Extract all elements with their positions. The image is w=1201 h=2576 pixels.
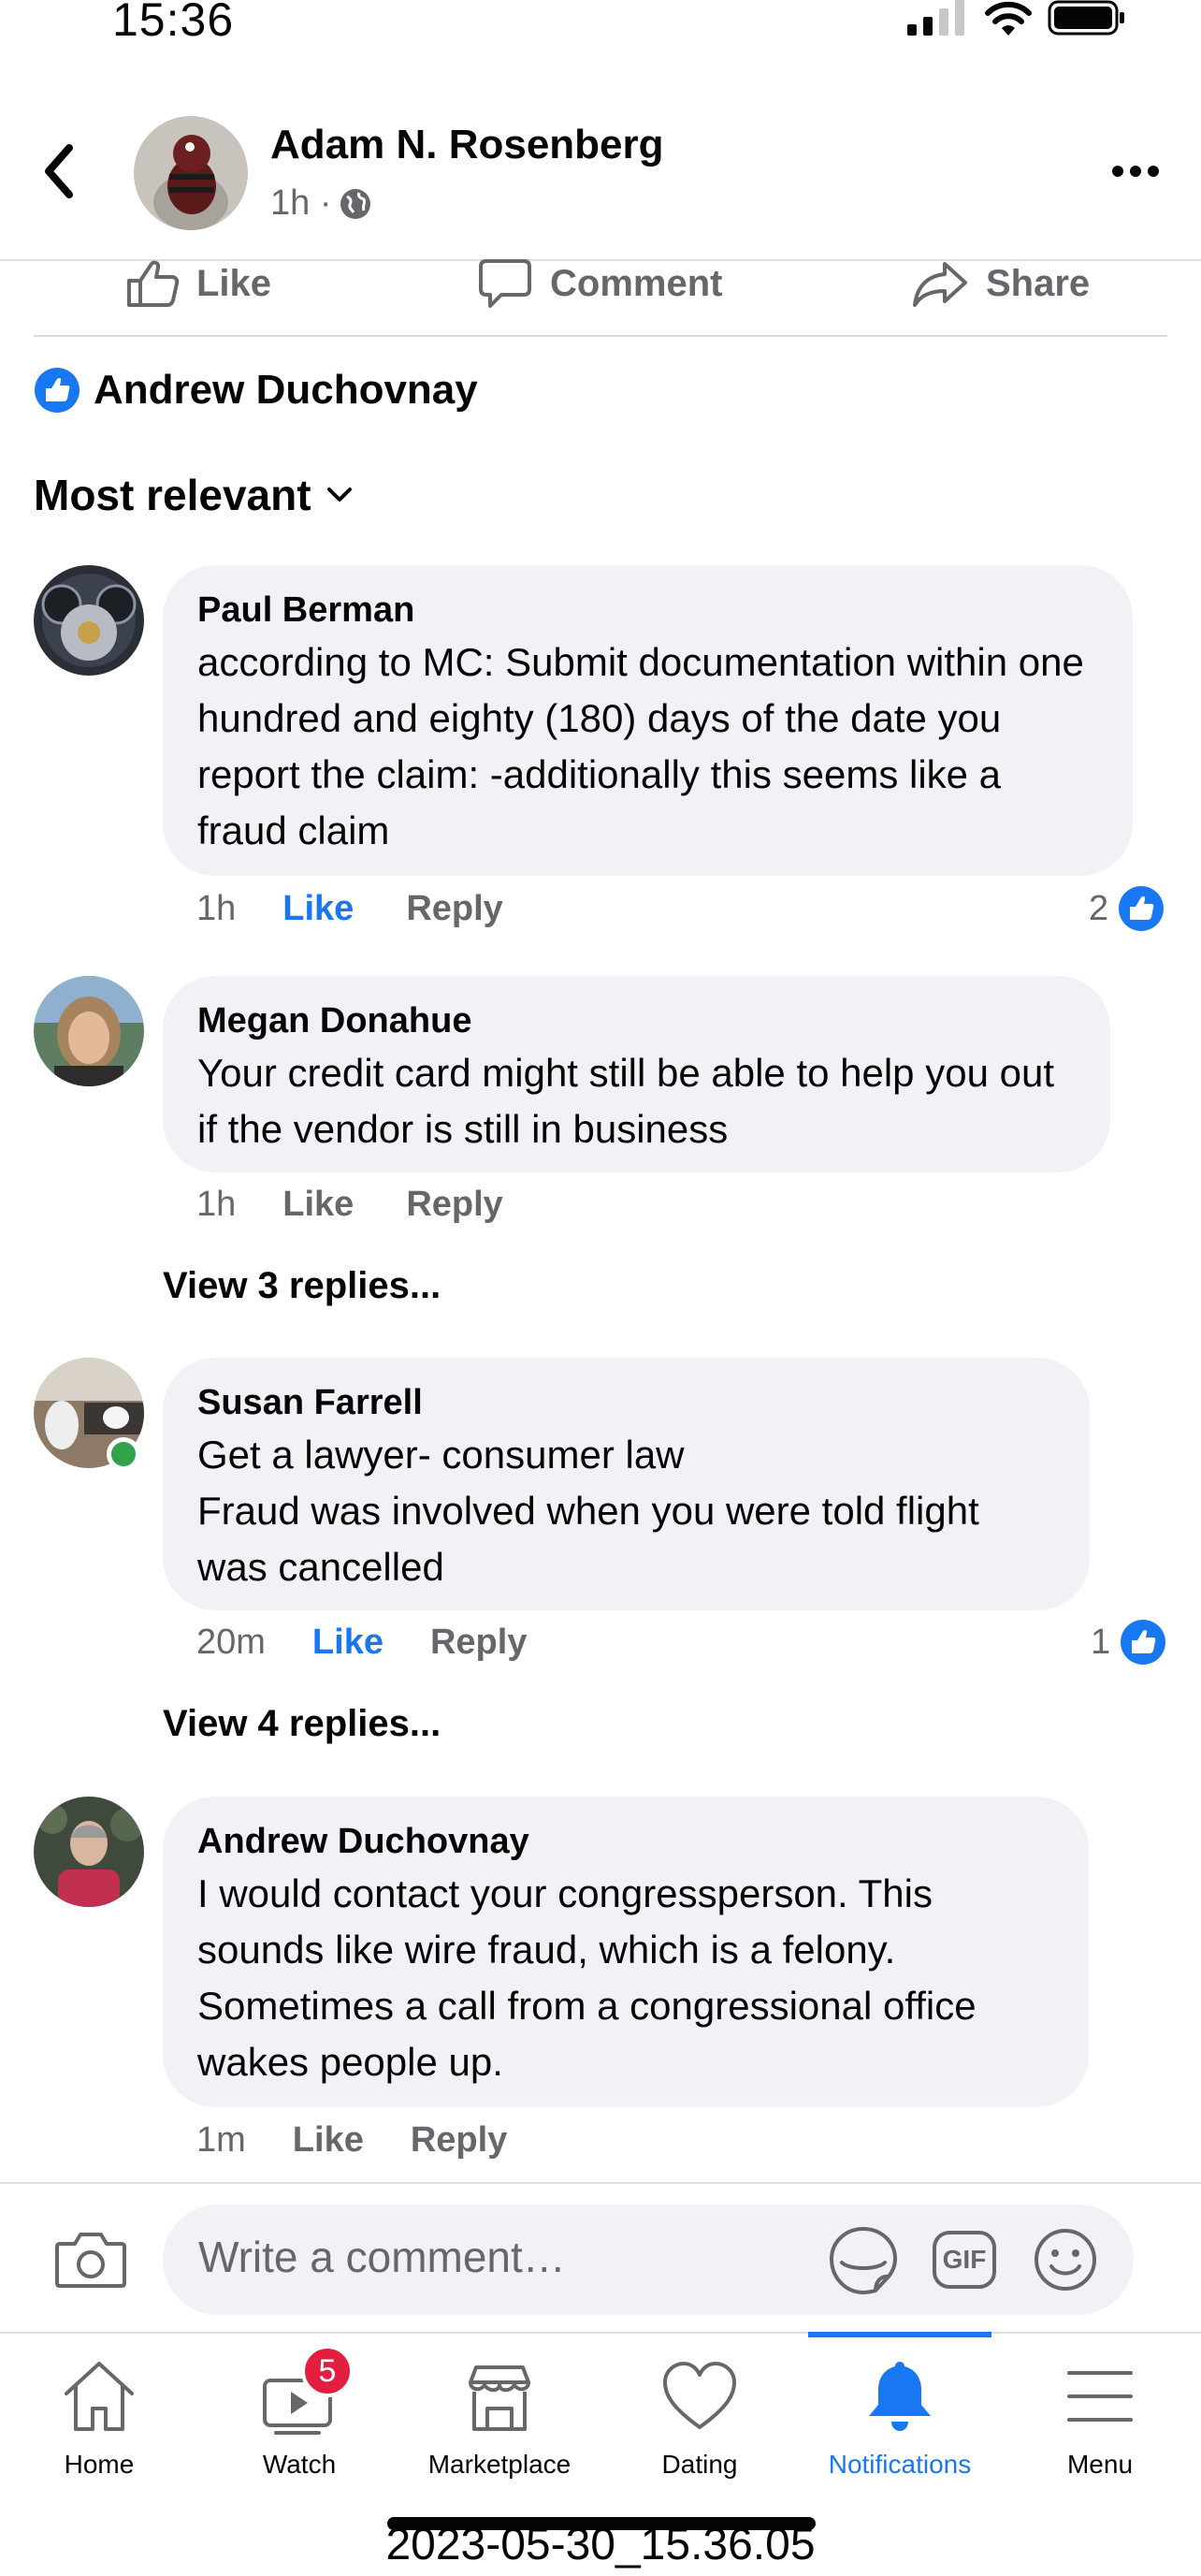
back-arrow-icon[interactable] bbox=[41, 140, 79, 202]
comment-reaction-count[interactable]: 2 bbox=[1089, 885, 1165, 932]
like-post-button[interactable]: Like bbox=[125, 256, 271, 311]
sticker-icon[interactable] bbox=[827, 2225, 900, 2294]
comment-bubble-icon bbox=[479, 259, 531, 308]
gif-button[interactable]: GIF bbox=[932, 2230, 997, 2290]
comment-actions: 1h Like Reply bbox=[196, 1185, 503, 1225]
comment-like-button[interactable]: Like bbox=[282, 889, 354, 929]
comment-bubble[interactable]: Paul Berman according to MC: Submit docu… bbox=[163, 565, 1133, 876]
commenter-avatar[interactable] bbox=[34, 1797, 144, 1907]
comment-time: 20m bbox=[196, 1623, 266, 1662]
commenter-name[interactable]: Paul Berman bbox=[197, 586, 1099, 634]
actions-divider bbox=[34, 335, 1167, 337]
comment-post-button[interactable]: Comment bbox=[477, 256, 722, 311]
reaction-summary[interactable]: Andrew Duchovnay bbox=[34, 367, 478, 414]
watch-notification-badge: 5 bbox=[301, 2345, 354, 2397]
comment-text: Your credit card might still be able to … bbox=[197, 1051, 1054, 1151]
like-reaction-icon bbox=[1121, 1620, 1166, 1665]
tab-label: Dating bbox=[661, 2450, 738, 2479]
comment-sort-dropdown[interactable]: Most relevant bbox=[34, 470, 353, 520]
commenter-name[interactable]: Andrew Duchovnay bbox=[197, 1817, 1055, 1866]
wifi-icon bbox=[985, 1, 1032, 36]
like-reaction-icon bbox=[35, 368, 80, 413]
dating-icon bbox=[663, 2362, 736, 2429]
like-reaction-icon bbox=[1119, 886, 1165, 931]
comment-reply-button[interactable]: Reply bbox=[406, 889, 502, 929]
online-status-indicator bbox=[107, 1437, 140, 1471]
comment-text: Get a lawyer- consumer law Fraud was inv… bbox=[197, 1433, 979, 1589]
comment-actions: 1h Like Reply bbox=[196, 889, 503, 929]
tab-label: Home bbox=[64, 2450, 135, 2479]
tab-label: Marketplace bbox=[427, 2450, 572, 2479]
comment-like-button[interactable]: Like bbox=[293, 2120, 364, 2161]
comment-text: I would contact your congressperson. Thi… bbox=[197, 1871, 977, 2084]
comment-like-button[interactable]: Like bbox=[312, 1623, 383, 1663]
reaction-count: 1 bbox=[1091, 1622, 1111, 1662]
like-label: Like bbox=[196, 262, 272, 304]
commenter-name[interactable]: Megan Donahue bbox=[197, 997, 1077, 1045]
emoji-icon[interactable] bbox=[1033, 2227, 1098, 2292]
comment-actions: 20m Like Reply bbox=[196, 1623, 527, 1663]
tab-marketplace[interactable]: Marketplace bbox=[406, 2339, 593, 2480]
comment-reply-button[interactable]: Reply bbox=[411, 2120, 507, 2161]
sort-label: Most relevant bbox=[34, 471, 311, 519]
cellular-signal-icon bbox=[907, 0, 964, 36]
tab-menu[interactable]: Menu bbox=[1006, 2339, 1194, 2480]
commenter-name[interactable]: Susan Farrell bbox=[197, 1378, 1056, 1427]
commenter-avatar[interactable] bbox=[34, 565, 144, 676]
tab-bar-divider bbox=[0, 2332, 1201, 2334]
comment-bubble[interactable]: Megan Donahue Your credit card might sti… bbox=[163, 976, 1110, 1172]
author-avatar[interactable] bbox=[134, 116, 248, 230]
marketplace-icon bbox=[469, 2365, 530, 2431]
tab-label: Menu bbox=[1066, 2450, 1134, 2479]
comment-time: 1h bbox=[196, 889, 237, 928]
post-meta: 1h · bbox=[270, 183, 372, 224]
tab-dating[interactable]: Dating bbox=[606, 2339, 793, 2480]
tab-watch[interactable]: Watch bbox=[206, 2339, 393, 2480]
comment-reply-button[interactable]: Reply bbox=[430, 1623, 527, 1663]
globe-icon bbox=[340, 188, 371, 219]
active-tab-indicator bbox=[808, 2332, 991, 2337]
comment-label: Comment bbox=[550, 262, 723, 304]
comment-bubble[interactable]: Andrew Duchovnay I would contact your co… bbox=[163, 1797, 1089, 2107]
comment-like-button[interactable]: Like bbox=[282, 1185, 354, 1225]
camera-icon[interactable] bbox=[54, 2227, 127, 2291]
menu-icon bbox=[1067, 2371, 1133, 2422]
reactor-name: Andrew Duchovnay bbox=[94, 367, 478, 413]
comment-reaction-count[interactable]: 1 bbox=[1091, 1619, 1166, 1666]
comment-time: 1m bbox=[196, 2120, 246, 2160]
chevron-down-icon bbox=[326, 488, 352, 502]
comment-actions: 1m Like Reply bbox=[196, 2120, 507, 2161]
tab-home[interactable]: Home bbox=[6, 2339, 193, 2480]
comment-input-placeholder[interactable]: Write a comment… bbox=[198, 2232, 566, 2282]
home-icon bbox=[65, 2362, 134, 2431]
tab-label: Notifications bbox=[828, 2450, 972, 2479]
more-options-icon[interactable] bbox=[1111, 165, 1160, 178]
bell-icon bbox=[869, 2362, 931, 2431]
screenshot-timestamp: 2023-05-30_15.36.05 bbox=[385, 2520, 816, 2569]
gif-label: GIF bbox=[942, 2245, 987, 2274]
tab-notifications[interactable]: Notifications bbox=[806, 2339, 993, 2480]
post-time: 1h · bbox=[270, 183, 332, 223]
tab-label: Watch bbox=[262, 2450, 337, 2479]
battery-icon bbox=[1048, 0, 1124, 36]
composer-divider bbox=[0, 2182, 1201, 2184]
share-arrow-icon bbox=[913, 262, 967, 307]
view-replies-link[interactable]: View 3 replies... bbox=[163, 1265, 441, 1307]
thumbs-up-icon bbox=[127, 260, 180, 307]
reaction-count: 2 bbox=[1089, 888, 1109, 928]
share-label: Share bbox=[986, 262, 1091, 304]
comment-reply-button[interactable]: Reply bbox=[406, 1185, 502, 1225]
share-post-button[interactable]: Share bbox=[911, 256, 1090, 311]
comment-bubble[interactable]: Susan Farrell Get a lawyer- consumer law… bbox=[163, 1358, 1090, 1610]
author-name[interactable]: Adam N. Rosenberg bbox=[270, 122, 664, 168]
commenter-avatar[interactable] bbox=[34, 976, 144, 1086]
view-replies-link[interactable]: View 4 replies... bbox=[163, 1703, 441, 1745]
status-time: 15:36 bbox=[112, 0, 235, 46]
comment-text: according to MC: Submit documentation wi… bbox=[197, 640, 1084, 852]
comment-time: 1h bbox=[196, 1185, 237, 1224]
